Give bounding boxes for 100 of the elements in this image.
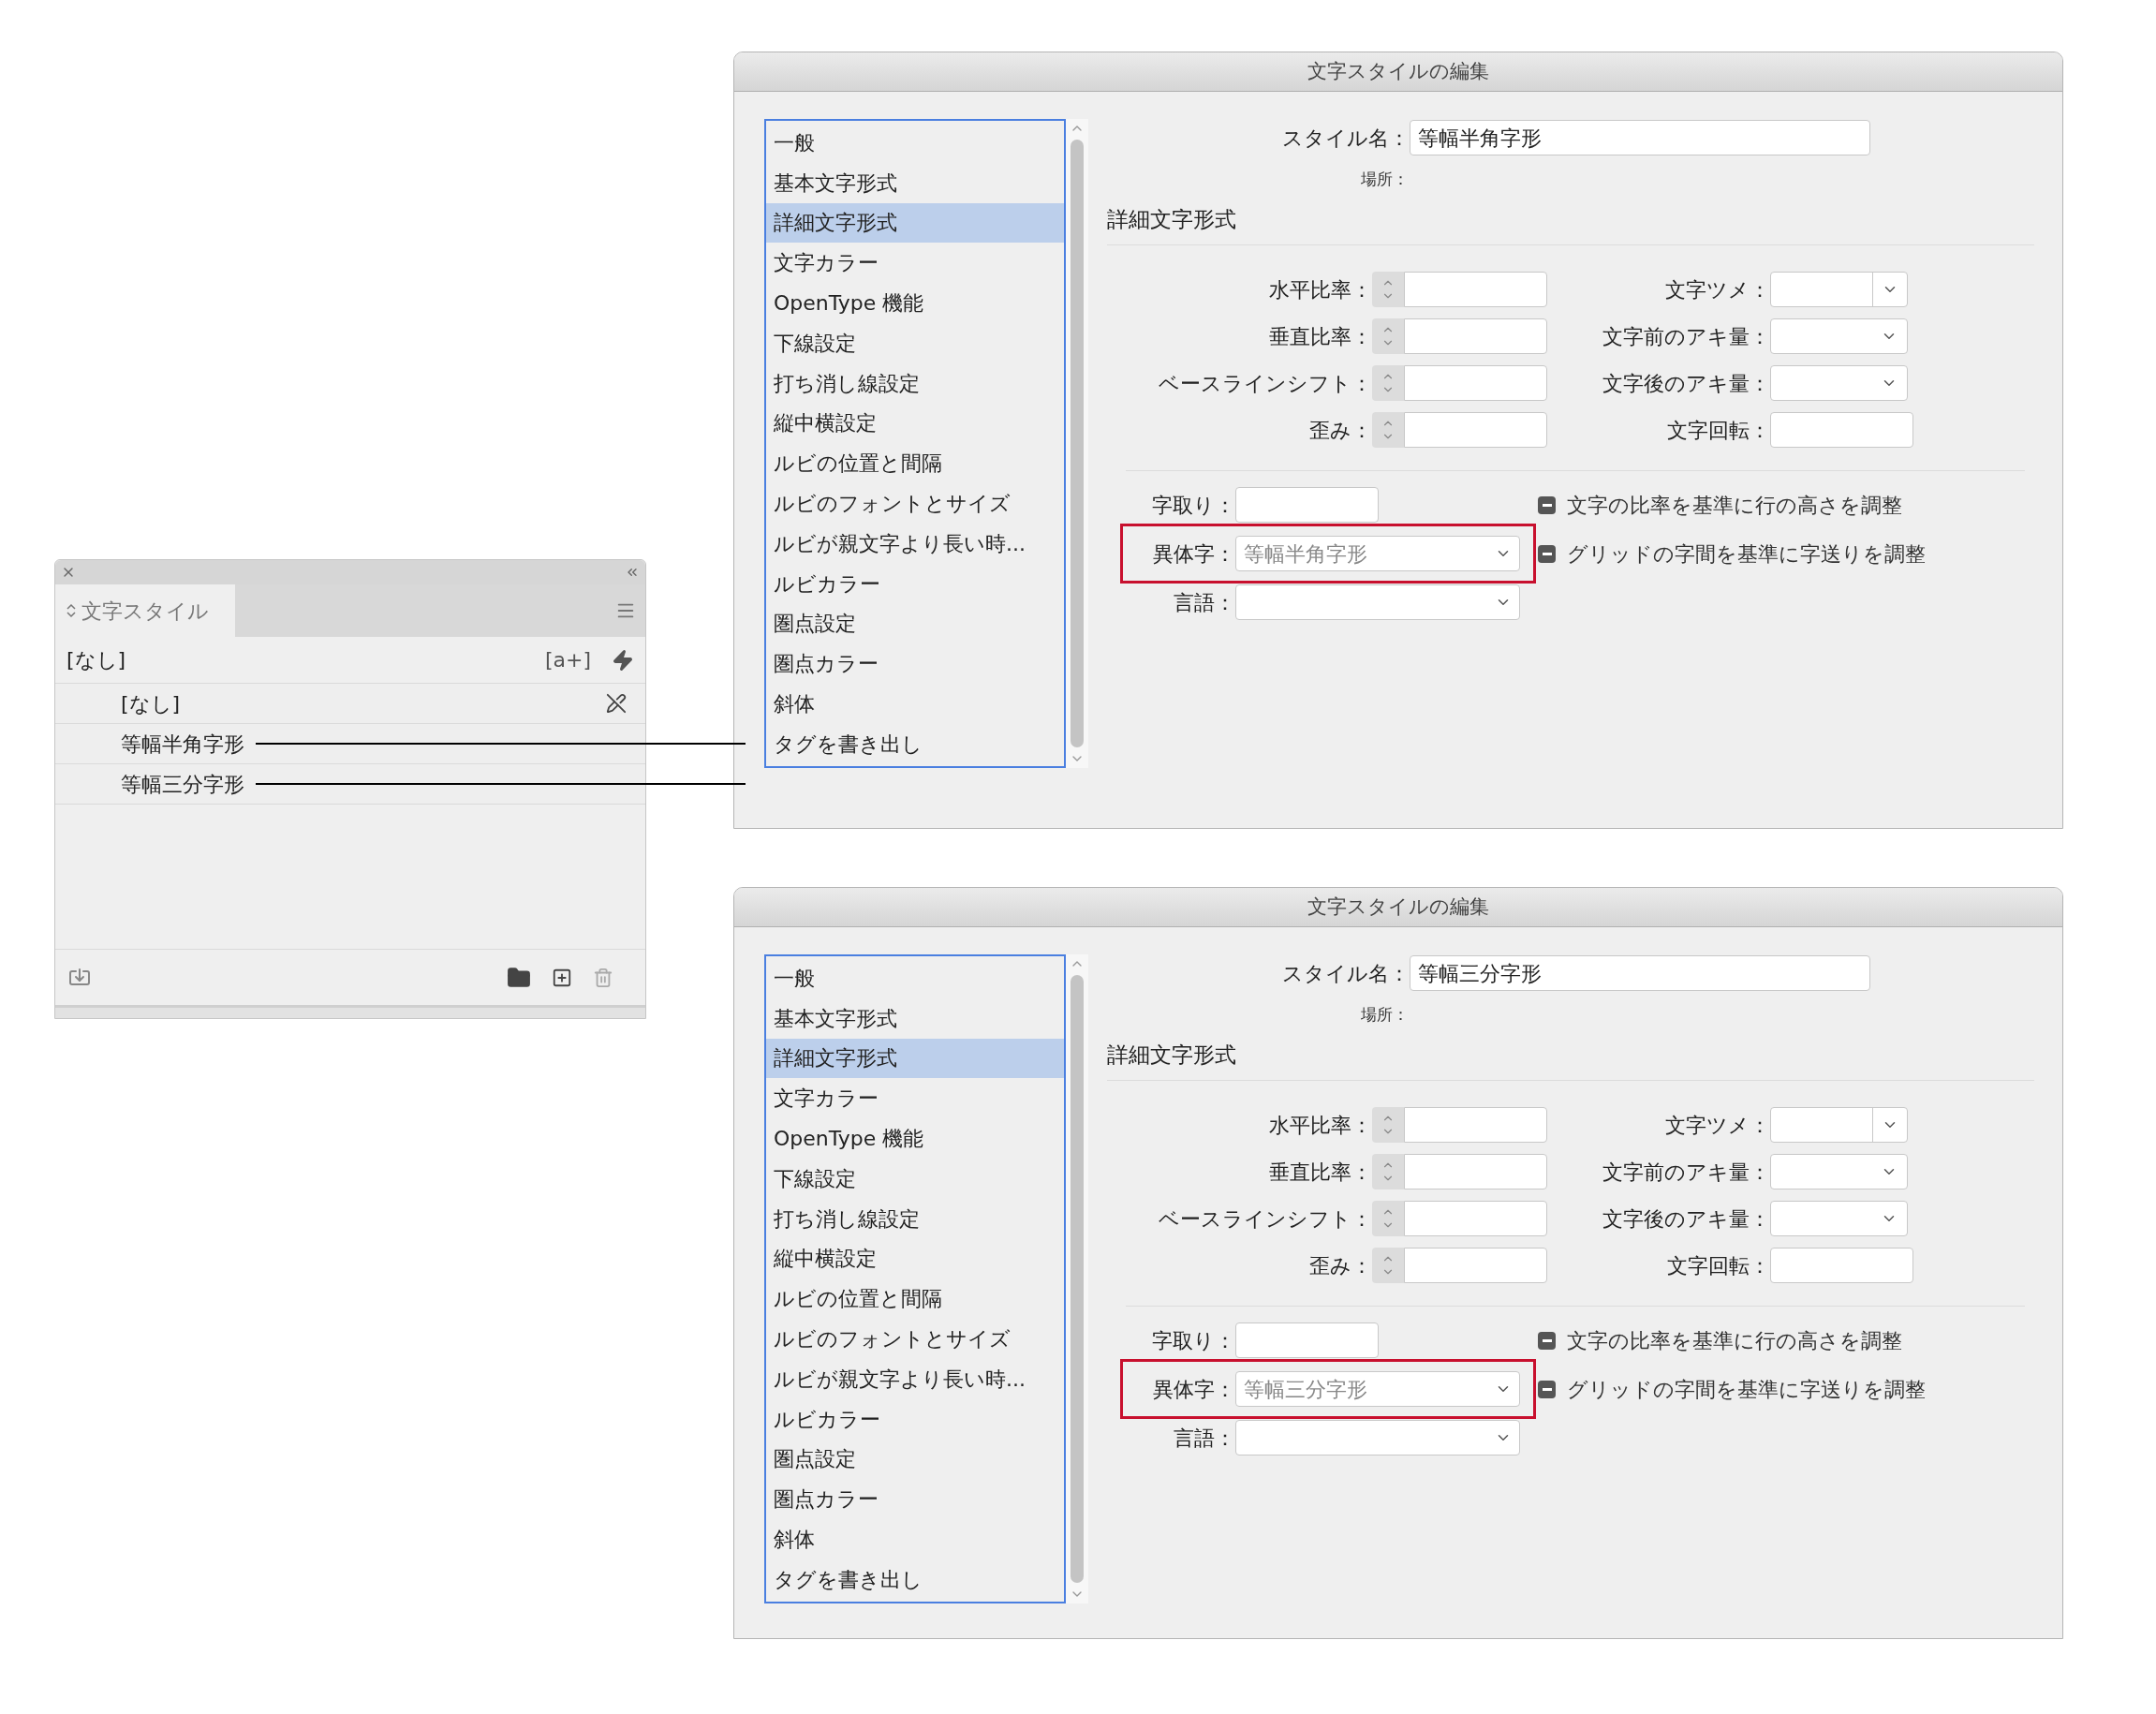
input-field[interactable] [1404,1107,1547,1143]
field-label: 字取り： [1151,1327,1235,1354]
dropdown[interactable] [1235,1420,1520,1455]
checkbox-label: 文字の比率を基準に行の高さを調整 [1567,492,1902,519]
combo-field[interactable] [1770,272,1908,307]
checkbox-label: 文字の比率を基準に行の高さを調整 [1567,1327,1902,1354]
stepper-arrows[interactable] [1372,1154,1404,1189]
field-label: 文字後のアキ量： [1602,1205,1770,1233]
category-item[interactable]: 文字カラー [766,243,1064,284]
category-item[interactable]: 基本文字形式 [766,997,1064,1039]
field-label: ベースラインシフト： [1158,1205,1372,1233]
dropdown[interactable]: 等幅半角字形 [1235,536,1520,571]
stepper-arrows[interactable] [1372,412,1404,448]
dropdown[interactable]: 等幅三分字形 [1235,1371,1520,1407]
checkbox[interactable] [1538,495,1556,514]
input-field[interactable] [1770,1248,1913,1283]
category-item[interactable]: ルビのフォントとサイズ [766,1319,1064,1359]
category-item[interactable]: 詳細文字形式 [766,202,1064,244]
category-item[interactable]: ルビのフォントとサイズ [766,483,1064,524]
stepper-arrows[interactable] [1372,365,1404,401]
stepper-arrows[interactable] [1372,1201,1404,1236]
category-item[interactable]: ルビが親文字より長い時... [766,523,1064,564]
dropdown[interactable] [1235,584,1520,620]
category-item[interactable]: 一般 [766,123,1064,163]
input-field[interactable] [1404,1154,1547,1189]
input-field[interactable] [1404,318,1547,354]
category-item[interactable]: ルビが親文字より長い時... [766,1358,1064,1399]
folder-icon[interactable] [507,965,531,990]
category-item[interactable]: 下線設定 [766,1159,1064,1199]
category-item[interactable]: タグを書き出し [766,723,1064,764]
category-item[interactable]: ルビの位置と間隔 [766,443,1064,484]
category-item[interactable]: 圏点カラー [766,643,1064,685]
category-item[interactable]: 斜体 [766,1519,1064,1559]
field-label: 文字前のアキ量： [1602,1159,1770,1186]
category-item[interactable]: 圏点設定 [766,603,1064,644]
category-item[interactable]: ルビカラー [766,563,1064,604]
category-item[interactable]: 縦中横設定 [766,1238,1064,1279]
category-item[interactable]: OpenType 機能 [766,283,1064,323]
style-item[interactable]: 等幅半角字形 [121,728,244,760]
category-item[interactable]: 打ち消し線設定 [766,1198,1064,1239]
combo-field[interactable] [1770,1107,1908,1143]
field-label: ベースラインシフト： [1158,370,1372,397]
new-style-icon[interactable] [552,967,572,988]
section-heading: 詳細文字形式 [1107,1042,1237,1069]
input-field[interactable] [1404,1248,1547,1283]
dropdown[interactable] [1770,1154,1908,1189]
checkbox[interactable] [1538,544,1556,563]
category-item[interactable]: 圏点カラー [766,1479,1064,1520]
location-label: 場所： [1360,169,1409,191]
style-name-field[interactable]: 等幅三分字形 [1410,955,1870,991]
field-label: 異体字： [1152,1376,1235,1403]
category-item[interactable]: 文字カラー [766,1078,1064,1119]
section-heading: 詳細文字形式 [1107,206,1237,233]
input-field[interactable] [1404,365,1547,401]
field-label: 異体字： [1152,540,1235,568]
scrollbar[interactable] [1066,119,1088,768]
stepper-arrows[interactable] [1372,272,1404,307]
stepper-arrows[interactable] [1372,1248,1404,1283]
category-item[interactable]: 一般 [766,958,1064,998]
dropdown[interactable] [1770,318,1908,354]
input-field[interactable] [1235,487,1379,523]
input-field[interactable] [1404,412,1547,448]
checkbox[interactable] [1538,1380,1556,1398]
stepper-arrows[interactable] [1372,1107,1404,1143]
scrollbar[interactable] [1066,954,1088,1603]
category-item[interactable]: 圏点設定 [766,1439,1064,1480]
style-item[interactable]: 等幅三分字形 [121,768,244,800]
category-item[interactable]: 斜体 [766,684,1064,724]
field-label: 文字前のアキ量： [1602,323,1770,350]
field-label: 歪み： [1308,417,1372,444]
category-item[interactable]: OpenType 機能 [766,1118,1064,1159]
panel-tab[interactable]: 文字スタイル [55,584,235,637]
style-item[interactable]: [なし] [121,687,181,719]
stepper-arrows[interactable] [1372,318,1404,354]
trash-icon[interactable] [593,967,613,988]
category-item[interactable]: 詳細文字形式 [766,1038,1064,1079]
window-title: 文字スタイルの編集 [1307,58,1489,84]
checkbox[interactable] [1538,1331,1556,1350]
style-name-field[interactable]: 等幅半角字形 [1410,120,1870,155]
dropdown[interactable] [1770,365,1908,401]
category-item[interactable]: ルビカラー [766,1398,1064,1440]
category-item[interactable]: 下線設定 [766,323,1064,363]
category-item[interactable]: タグを書き出し [766,1559,1064,1600]
new-override-button[interactable]: [a+] [544,644,591,675]
lightning-icon[interactable] [612,648,634,672]
field-label: 水平比率： [1268,1112,1372,1139]
category-item[interactable]: ルビの位置と間隔 [766,1278,1064,1320]
category-item[interactable]: 縦中横設定 [766,403,1064,444]
field-label: 言語： [1173,589,1235,616]
style-name-label: スタイル名： [1281,960,1410,987]
input-field[interactable] [1404,1201,1547,1236]
input-field[interactable] [1404,272,1547,307]
category-item[interactable]: 基本文字形式 [766,162,1064,203]
dropdown[interactable] [1770,1201,1908,1236]
checkbox-label: グリッドの字間を基準に字送りを調整 [1567,1376,1926,1403]
category-item[interactable]: 打ち消し線設定 [766,362,1064,404]
input-field[interactable] [1770,412,1913,448]
input-field[interactable] [1235,1322,1379,1358]
field-label: 文字回転： [1666,1252,1770,1279]
resize-grip[interactable] [55,1005,645,1018]
